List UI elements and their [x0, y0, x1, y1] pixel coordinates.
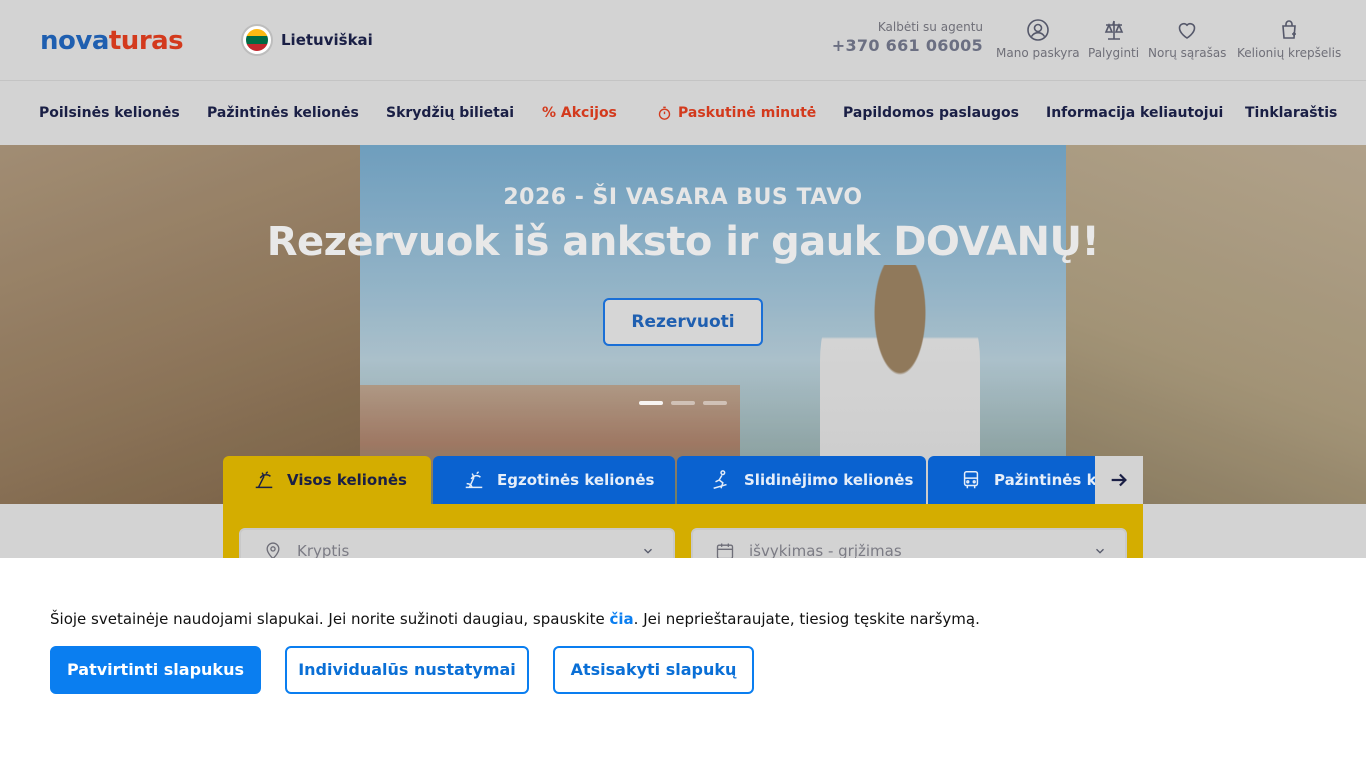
nav-item-last-minute[interactable]: Paskutinė minutė: [657, 81, 816, 145]
nav-item-flights[interactable]: Skrydžių bilietai: [386, 81, 514, 145]
compare-icon: [1104, 20, 1123, 40]
account-icon: [1026, 19, 1049, 41]
nav-item-traveler-info[interactable]: Informacija keliautojui: [1046, 81, 1223, 145]
stopwatch-icon: [658, 106, 671, 120]
cart-icon: [1282, 20, 1297, 39]
language-selector[interactable]: Lietuviškai: [241, 24, 373, 56]
language-label: Lietuviškai: [281, 31, 373, 49]
tab-all-trips-label: Visos kelionės: [287, 471, 407, 489]
account-link[interactable]: Mano paskyra: [996, 18, 1080, 60]
bus-icon: [963, 471, 979, 489]
nav-item-blog[interactable]: Tinklaraštis: [1245, 81, 1337, 145]
chevron-down-icon: [644, 548, 652, 554]
agent-contact[interactable]: Kalbėti su agentu +370 661 06005: [832, 20, 983, 55]
slider-dot[interactable]: [671, 401, 695, 405]
cookie-settings-button[interactable]: Individualūs nustatymai: [285, 646, 529, 694]
nav-item-sightseeing[interactable]: Pažintinės kelionės: [207, 81, 359, 145]
palm-icon: [465, 471, 483, 489]
arrow-right-icon: [1111, 473, 1127, 487]
tabs-next-button[interactable]: [1095, 456, 1143, 504]
wishlist-label: Norų sąrašas: [1148, 46, 1227, 60]
cookie-banner: Šioje svetainėje naudojami slapukai. Jei…: [0, 558, 1366, 768]
logo-part-nova: nova: [40, 26, 109, 56]
hero-kicker: 2026 - ŠI VASARA BUS TAVO: [503, 185, 863, 210]
cookie-message: Šioje svetainėje naudojami slapukai. Jei…: [50, 610, 980, 628]
nav-item-last-minute-label: Paskutinė minutė: [678, 105, 817, 121]
wishlist-link[interactable]: Norų sąrašas: [1148, 18, 1226, 60]
slider-dots: [639, 401, 727, 405]
reject-cookies-button[interactable]: Atsisakyti slapukų: [553, 646, 754, 694]
agent-label: Kalbėti su agentu: [877, 20, 983, 34]
compare-link[interactable]: Palyginti: [1088, 18, 1139, 60]
chevron-down-icon: [1096, 548, 1104, 554]
tab-exotic-trips-label: Egzotinės kelionės: [497, 471, 655, 489]
site-header: novaturas Lietuviškai Kalbėti su agentu …: [0, 0, 1366, 81]
search-tabs: Visos kelionės Egzotinės kelionės Slidin…: [223, 456, 1143, 504]
tab-all-trips[interactable]: Visos kelionės: [223, 456, 431, 504]
slider-dot[interactable]: [639, 401, 663, 405]
tab-ski-trips-label: Slidinėjimo kelionės: [744, 471, 914, 489]
nav-item-leisure[interactable]: Poilsinės kelionės: [39, 81, 180, 145]
nav-item-deals[interactable]: % Akcijos: [542, 81, 617, 145]
tab-exotic-trips[interactable]: Egzotinės kelionės: [433, 456, 675, 504]
hero-banner: 2026 - ŠI VASARA BUS TAVO Rezervuok iš a…: [0, 145, 1366, 504]
cart-label: Kelionių krepšelis: [1237, 46, 1342, 60]
cart-link[interactable]: Kelionių krepšelis: [1237, 18, 1341, 60]
lithuania-flag-icon: [241, 24, 273, 56]
account-label: Mano paskyra: [996, 46, 1080, 60]
logo-part-turas: turas: [108, 26, 184, 56]
cookie-text-before: Šioje svetainėje naudojami slapukai. Jei…: [50, 610, 610, 628]
compare-label: Palyginti: [1088, 46, 1140, 60]
novaturas-logo[interactable]: novaturas: [40, 26, 184, 56]
cookie-text-after: . Jei neprieštaraujate, tiesiog tęskite …: [633, 610, 980, 628]
agent-phone[interactable]: +370 661 06005: [832, 36, 983, 55]
beach-icon: [255, 471, 273, 489]
hero-title: Rezervuok iš anksto ir gauk DOVANŲ!: [266, 219, 1100, 265]
cookie-info-link[interactable]: čia: [610, 610, 634, 628]
main-nav: Poilsinės kelionės Pažintinės kelionės S…: [0, 81, 1366, 145]
wishlist-icon: [1178, 22, 1196, 39]
ski-icon: [713, 470, 727, 489]
search-panel: Kryptis išvykimas - grįžimas: [223, 504, 1143, 574]
nav-item-extra-services[interactable]: Papildomos paslaugos: [843, 81, 1019, 145]
tab-ski-trips[interactable]: Slidinėjimo kelionės: [677, 456, 926, 504]
reserve-button[interactable]: Rezervuoti: [603, 298, 763, 346]
slider-dot[interactable]: [703, 401, 727, 405]
accept-cookies-button[interactable]: Patvirtinti slapukus: [50, 646, 261, 694]
